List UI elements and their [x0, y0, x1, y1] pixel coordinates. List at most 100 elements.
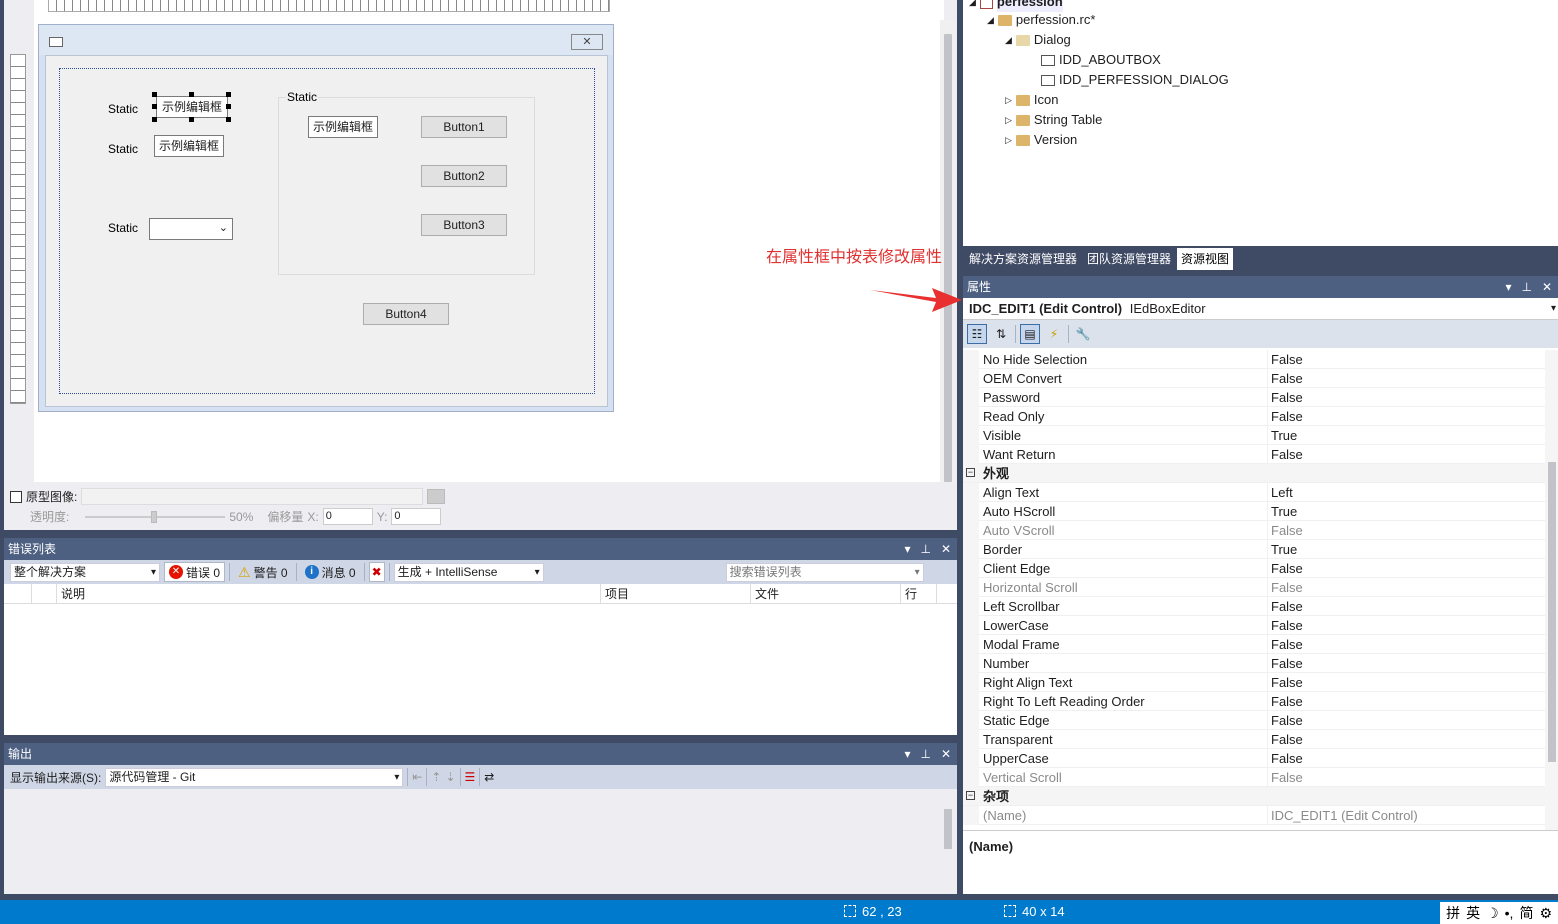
selection-handle[interactable]: [226, 104, 231, 109]
property-row[interactable]: No Hide Selection False: [963, 350, 1545, 369]
property-value[interactable]: True: [1267, 502, 1545, 521]
selection-handle[interactable]: [226, 92, 231, 97]
expanded-arrow-icon[interactable]: ◢: [969, 0, 976, 12]
static-label-1[interactable]: Static: [108, 102, 138, 116]
group-sample-edit[interactable]: 示例编辑框: [308, 116, 378, 138]
collapse-icon[interactable]: −: [966, 791, 975, 800]
tab-resource-view[interactable]: 资源视图: [1177, 248, 1234, 270]
browse-button[interactable]: [427, 489, 446, 504]
property-row[interactable]: UpperCase False: [963, 749, 1545, 768]
tab-solution-explorer[interactable]: 解决方案资源管理器: [965, 248, 1081, 270]
goto-line-icon[interactable]: ⇤: [412, 770, 422, 784]
column-line[interactable]: 行: [901, 584, 937, 603]
property-row[interactable]: Border True: [963, 540, 1545, 559]
collapsed-arrow-icon[interactable]: ▷: [1005, 90, 1012, 110]
sample-combobox[interactable]: ⌄: [149, 218, 233, 240]
property-row[interactable]: LowerCase False: [963, 616, 1545, 635]
collapse-icon[interactable]: −: [966, 468, 975, 477]
close-icon[interactable]: ✕: [941, 538, 951, 560]
warnings-filter-button[interactable]: ⚠ 警告 0: [234, 562, 292, 582]
filter-toggle-button[interactable]: ✖: [368, 562, 385, 582]
property-row[interactable]: OEM Convert False: [963, 369, 1545, 388]
property-value[interactable]: False: [1267, 768, 1545, 787]
property-row[interactable]: Vertical Scroll False: [963, 768, 1545, 787]
property-value[interactable]: False: [1267, 388, 1545, 407]
next-message-icon[interactable]: ⇣: [445, 770, 455, 784]
property-row[interactable]: Want Return False: [963, 445, 1545, 464]
tree-item-icon[interactable]: ▷ Icon: [1005, 90, 1059, 110]
close-icon[interactable]: ✕: [1542, 276, 1552, 298]
offset-x-input[interactable]: 0: [322, 508, 373, 525]
button-4[interactable]: Button4: [363, 303, 449, 325]
property-pages-icon[interactable]: 🔧: [1073, 324, 1093, 344]
property-value[interactable]: False: [1267, 635, 1545, 654]
word-wrap-icon[interactable]: ⇄: [484, 770, 494, 784]
property-value[interactable]: False: [1267, 407, 1545, 426]
property-row[interactable]: Horizontal Scroll False: [963, 578, 1545, 597]
static-label-3[interactable]: Static: [108, 221, 138, 235]
property-row[interactable]: Number False: [963, 654, 1545, 673]
column-file[interactable]: 文件: [751, 584, 901, 603]
button-3[interactable]: Button3: [421, 214, 507, 236]
static-label-2[interactable]: Static: [108, 142, 138, 156]
pin-icon[interactable]: ⊥: [1521, 276, 1531, 298]
tree-item-dialog[interactable]: ◢ Dialog: [1005, 30, 1071, 50]
errors-filter-button[interactable]: ✕ 错误 0: [164, 562, 226, 582]
designer-vertical-scrollbar[interactable]: [940, 20, 956, 482]
dialog-close-icon[interactable]: ✕: [571, 34, 603, 50]
sample-edit-1[interactable]: 示例编辑框: [156, 96, 228, 118]
property-value[interactable]: IDC_EDIT1 (Edit Control): [1267, 806, 1545, 825]
property-value[interactable]: False: [1267, 597, 1545, 616]
property-category[interactable]: − 外观: [963, 464, 1545, 483]
pin-icon[interactable]: ⊥: [920, 538, 930, 560]
property-value[interactable]: False: [1267, 749, 1545, 768]
pin-icon[interactable]: ⊥: [920, 743, 930, 765]
column-description[interactable]: 说明: [57, 584, 601, 603]
tab-team-explorer[interactable]: 团队资源管理器: [1083, 248, 1175, 270]
column-project[interactable]: 项目: [601, 584, 751, 603]
collapsed-arrow-icon[interactable]: ▷: [1005, 130, 1012, 150]
property-value[interactable]: False: [1267, 692, 1545, 711]
sample-edit-2[interactable]: 示例编辑框: [154, 135, 224, 157]
tree-item-rc-file[interactable]: ◢ perfession.rc*: [987, 10, 1095, 30]
property-row[interactable]: Auto VScroll False: [963, 521, 1545, 540]
ime-pinyin[interactable]: 拼: [1446, 903, 1460, 923]
dropdown-icon[interactable]: ▾: [904, 538, 910, 560]
property-row[interactable]: (Name) IDC_EDIT1 (Edit Control): [963, 806, 1545, 825]
prototype-path-input[interactable]: [81, 488, 424, 505]
property-row[interactable]: Transparent False: [963, 730, 1545, 749]
tree-item-aboutbox[interactable]: IDD_ABOUTBOX: [1041, 50, 1161, 70]
dropdown-icon[interactable]: ▾: [1505, 276, 1511, 298]
property-grid-scrollbar[interactable]: [1545, 350, 1558, 830]
column-sort[interactable]: [32, 584, 57, 603]
prototype-checkbox[interactable]: [10, 490, 22, 503]
property-row[interactable]: Align Text Left: [963, 483, 1545, 502]
events-icon[interactable]: ⚡: [1044, 324, 1064, 344]
scope-dropdown[interactable]: 整个解决方案: [10, 562, 160, 582]
dropdown-icon[interactable]: ▾: [904, 743, 910, 765]
property-value[interactable]: False: [1267, 578, 1545, 597]
property-value[interactable]: False: [1267, 350, 1545, 369]
property-value[interactable]: True: [1267, 426, 1545, 445]
property-row[interactable]: Read Only False: [963, 407, 1545, 426]
property-value[interactable]: False: [1267, 730, 1545, 749]
properties-icon[interactable]: ▤: [1020, 324, 1040, 344]
column-icon[interactable]: [4, 584, 32, 603]
tree-item-string-table[interactable]: ▷ String Table: [1005, 110, 1102, 130]
close-icon[interactable]: ✕: [941, 743, 951, 765]
ime-moon-icon[interactable]: ☽: [1486, 905, 1499, 922]
build-filter-dropdown[interactable]: 生成 + IntelliSense: [393, 562, 544, 582]
property-value[interactable]: False: [1267, 445, 1545, 464]
property-value[interactable]: False: [1267, 521, 1545, 540]
property-value[interactable]: False: [1267, 616, 1545, 635]
categorized-icon[interactable]: ☷: [967, 324, 987, 344]
search-error-list-input[interactable]: 搜索错误列表: [725, 562, 924, 582]
property-value[interactable]: False: [1267, 559, 1545, 578]
selection-handle[interactable]: [152, 92, 157, 97]
messages-filter-button[interactable]: i 消息 0: [301, 562, 360, 582]
tree-item-main-dialog[interactable]: IDD_PERFESSION_DIALOG: [1041, 70, 1229, 90]
property-row[interactable]: Visible True: [963, 426, 1545, 445]
prev-message-icon[interactable]: ⇡: [431, 770, 441, 784]
property-row[interactable]: Left Scrollbar False: [963, 597, 1545, 616]
ime-settings-icon[interactable]: ⚙: [1539, 905, 1552, 922]
